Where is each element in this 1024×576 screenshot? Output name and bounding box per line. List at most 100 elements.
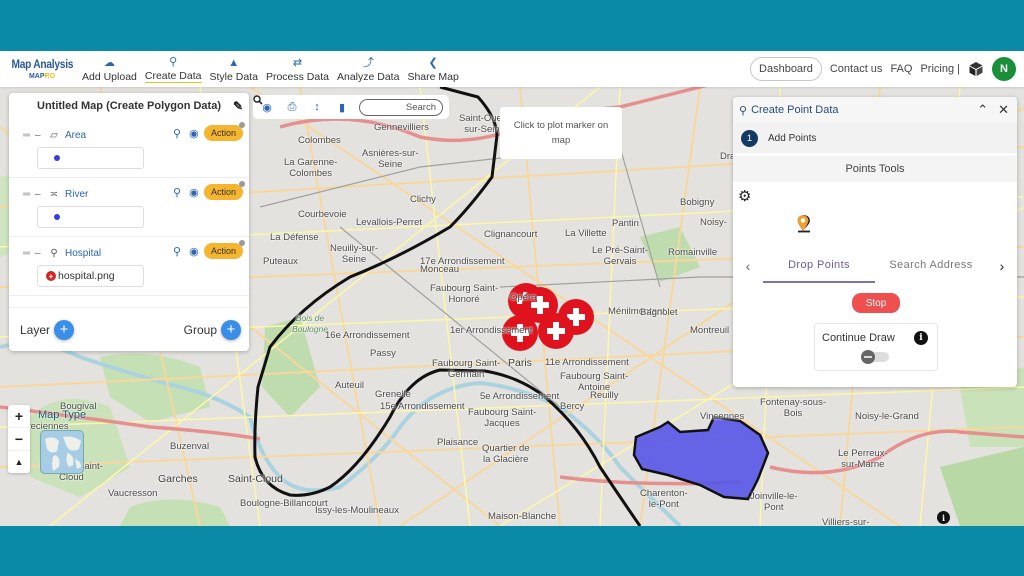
step-label: Add Points	[768, 132, 817, 144]
pin-color-option-icon[interactable]	[797, 215, 809, 231]
zoom-to-layer-icon[interactable]: ⚲	[170, 186, 184, 199]
screenshot-frame: Map Analysis MAPRO ☁ Add Upload ⚲ Create Da…	[0, 0, 1024, 576]
zoom-out-button[interactable]: −	[8, 428, 30, 451]
layer-name[interactable]: River	[65, 189, 88, 200]
plot-marker-tooltip: Click to plot marker on map	[500, 107, 622, 159]
print-icon[interactable]: ⎙	[286, 101, 298, 114]
map-place-label: Plaisance	[437, 437, 479, 448]
comment-icon[interactable]: ▮	[336, 101, 348, 114]
logo[interactable]: Map Analysis MAPRO	[0, 58, 76, 80]
layer-item-river: ═ – ≍ River ⚲ ◉ Action	[9, 178, 249, 237]
map-place-label: Faubourg Saint- Honoré	[430, 283, 499, 305]
search-placeholder: Search	[405, 101, 436, 113]
layer-legend[interactable]: + hospital.png	[37, 265, 144, 287]
add-layer-group: Layer +	[20, 319, 75, 340]
stop-button[interactable]: Stop	[852, 293, 900, 313]
step-add-points[interactable]: 1 Add Points	[733, 123, 1017, 153]
nav-process-data[interactable]: ⇄ Process Data	[262, 51, 333, 87]
layer-action-button[interactable]: Action	[203, 122, 246, 141]
map-place-label: Asnières-sur- Seine	[362, 148, 419, 170]
nav-label: Analyze Data	[336, 70, 400, 83]
collapse-dash-icon[interactable]: –	[35, 130, 47, 141]
nav-style-data[interactable]: ▲ Style Data	[206, 51, 262, 87]
edit-title-pencil-icon[interactable]: ✎	[233, 99, 243, 113]
add-layer-button[interactable]: +	[54, 319, 75, 340]
tabs-prev-chevron-icon[interactable]: ‹	[733, 258, 763, 274]
map-place-label: Bagnolet	[640, 307, 678, 318]
tab-search-address[interactable]: Search Address	[875, 249, 987, 283]
map-search-input[interactable]: Search	[253, 95, 443, 116]
add-group-button[interactable]: +	[221, 319, 241, 340]
layer-label: Layer	[20, 322, 51, 337]
layer-legend[interactable]	[37, 147, 144, 169]
continue-draw-toggle[interactable]	[861, 350, 889, 364]
map-place-label: 16e Arrondissement	[325, 330, 410, 341]
logo-subtitle: MAPRO	[28, 73, 56, 80]
collapse-dash-icon[interactable]: –	[35, 248, 47, 259]
layer-name[interactable]: Hospital	[65, 248, 101, 259]
top-navbar: Map Analysis MAPRO ☁ Add Upload ⚲ Create Da…	[0, 51, 1024, 87]
nav-create-data[interactable]: ⚲ Create Data	[141, 51, 206, 87]
map-place-label: Monceau	[420, 264, 460, 275]
map-place-label: Paris	[508, 357, 532, 369]
tabs-next-chevron-icon[interactable]: ›	[987, 258, 1017, 274]
cloud-upload-icon: ☁	[103, 56, 115, 69]
drag-handle-icon[interactable]: ═	[23, 189, 35, 200]
drag-handle-icon[interactable]: ═	[23, 130, 35, 141]
nav-share-map[interactable]: ❮ Share Map	[403, 51, 462, 87]
dashboard-button[interactable]: Dashboard	[750, 57, 822, 81]
tab-drop-points[interactable]: Drop Points	[763, 249, 875, 283]
cube-icon[interactable]	[968, 61, 984, 77]
layer-name[interactable]: Area	[65, 130, 86, 141]
reset-north-button[interactable]: ▲	[8, 451, 30, 473]
nav-add-upload[interactable]: ☁ Add Upload	[78, 51, 141, 87]
map-attribution-info-icon[interactable]: i	[937, 511, 950, 524]
map-place-label: Bois de Boulogne	[292, 313, 328, 334]
settings-gear-icon[interactable]: ⚙	[738, 187, 751, 205]
map-place-label: La Garenne- Colombes	[284, 157, 338, 179]
zoom-to-layer-icon[interactable]: ⚲	[170, 245, 184, 258]
map-place-label: Pantin	[612, 218, 639, 229]
nav-analyze-data[interactable]: ⤴ Analyze Data	[333, 51, 403, 87]
add-group-group: Group +	[184, 319, 241, 340]
map-place-label: Auteuil	[335, 380, 365, 391]
map-title: Untitled Map (Create Polygon Data) ✎	[9, 93, 249, 119]
map-place-label: Courbevoie	[298, 209, 347, 220]
info-icon[interactable]: i	[914, 331, 928, 345]
measure-icon[interactable]: ↕	[311, 101, 323, 113]
map-type-thumbnail[interactable]	[40, 430, 84, 474]
zoom-in-button[interactable]: +	[8, 405, 30, 428]
visibility-eye-icon[interactable]: ◉	[187, 186, 201, 199]
continue-draw-label: Continue Draw	[822, 332, 895, 344]
layer-legend[interactable]	[37, 206, 144, 228]
point-type-icon: ⚲	[50, 247, 58, 259]
process-icon: ⇄	[292, 56, 303, 69]
map-canvas[interactable]: Le BourgetColombesGennevilliersSaint-Oue…	[0, 54, 1024, 526]
zoom-to-layer-icon[interactable]: ⚲	[170, 127, 184, 140]
app-window: Map Analysis MAPRO ☁ Add Upload ⚲ Create Da…	[0, 51, 1024, 526]
pricing-link[interactable]: Pricing |	[920, 63, 960, 75]
map-place-label: Clichy	[410, 194, 436, 205]
map-place-label: Bobigny	[680, 197, 715, 208]
collapse-chevron-up-icon[interactable]: ⌃	[977, 102, 988, 118]
legend-color-dot	[54, 155, 60, 161]
close-icon[interactable]: ✕	[998, 102, 1009, 118]
contact-link[interactable]: Contact us	[830, 63, 883, 75]
layer-action-button[interactable]: Action	[203, 240, 246, 259]
map-place-label: Joinville-le- Pont	[750, 491, 798, 513]
right-nav: Dashboard Contact us FAQ Pricing | N	[750, 57, 1024, 81]
hospital-marker[interactable]	[538, 313, 574, 349]
collapse-dash-icon[interactable]: –	[35, 189, 47, 200]
search-icon[interactable]	[253, 95, 263, 105]
layer-panel: Untitled Map (Create Polygon Data) ✎ ═ – ▱…	[9, 93, 249, 351]
map-place-label: Montreuil	[690, 325, 730, 336]
map-place-label: Colombes	[298, 135, 341, 146]
drag-handle-icon[interactable]: ═	[23, 248, 35, 259]
map-place-label: La Villette	[565, 228, 607, 239]
faq-link[interactable]: FAQ	[890, 63, 912, 75]
toggle-knob	[861, 350, 875, 364]
layer-action-button[interactable]: Action	[203, 181, 246, 200]
visibility-eye-icon[interactable]: ◉	[187, 245, 201, 258]
visibility-eye-icon[interactable]: ◉	[187, 127, 201, 140]
user-avatar[interactable]: N	[992, 57, 1016, 81]
